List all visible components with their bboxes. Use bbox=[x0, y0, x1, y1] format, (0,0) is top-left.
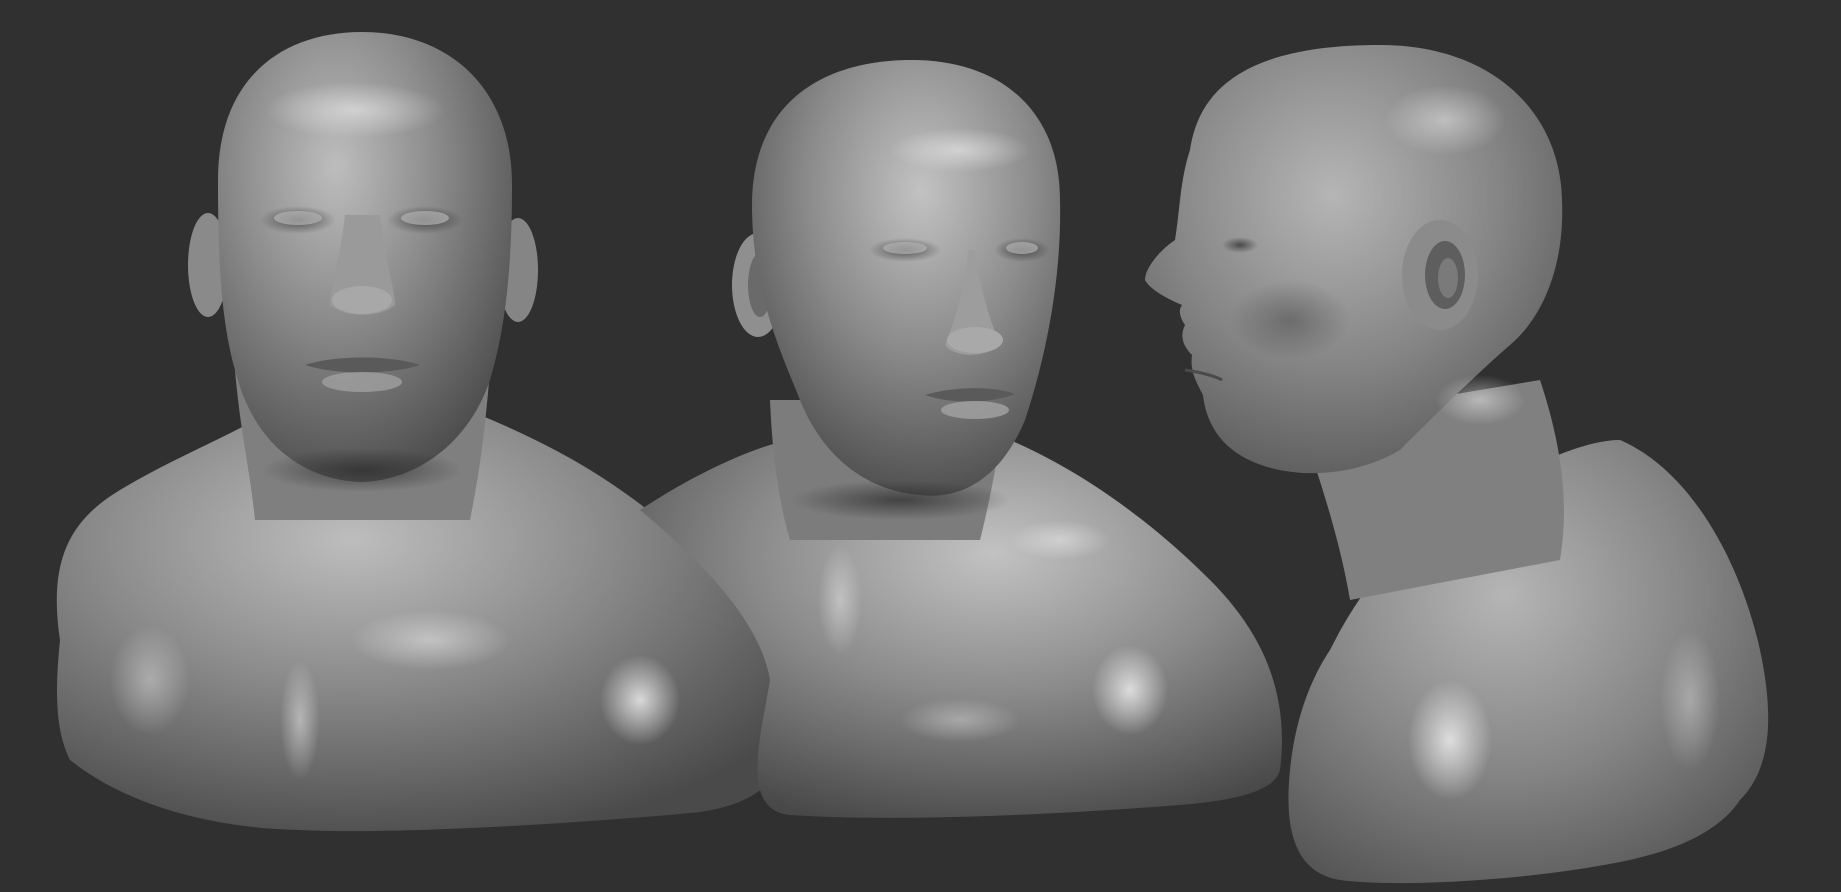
front-view-bust bbox=[56, 32, 796, 832]
sculpt-viewport bbox=[0, 0, 1841, 892]
bust-renders bbox=[56, 32, 1769, 884]
